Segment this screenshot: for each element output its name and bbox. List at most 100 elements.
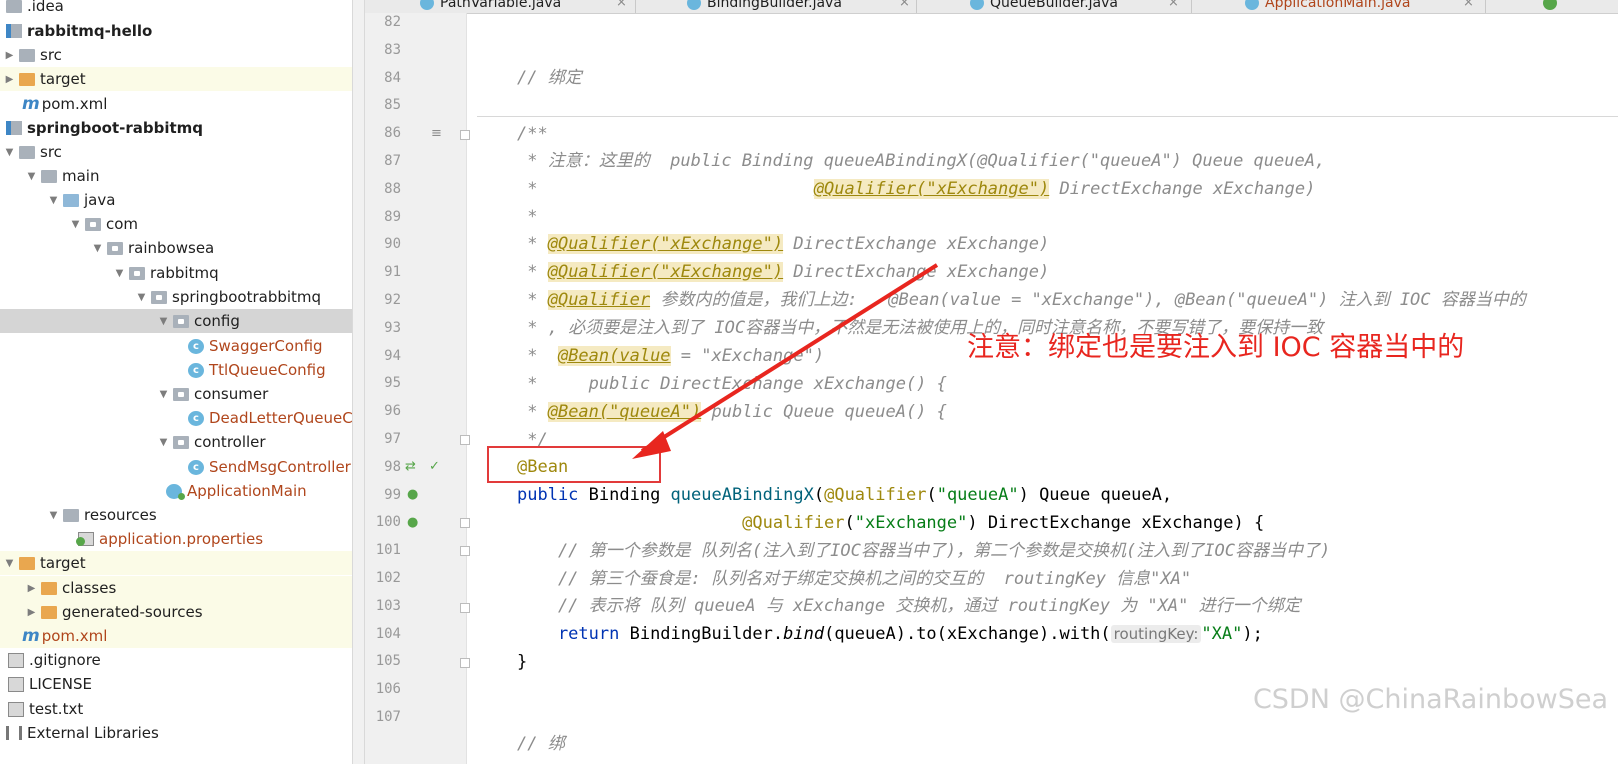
tree-item[interactable]: .idea: [0, 0, 352, 18]
tree-item[interactable]: m pom.xml: [0, 92, 352, 116]
package-icon: [173, 435, 189, 449]
chevron-down-icon[interactable]: ▼: [157, 316, 170, 327]
class-file-icon: [687, 0, 701, 10]
chevron-down-icon[interactable]: ▼: [157, 437, 170, 448]
tree-item-label: target: [40, 70, 86, 88]
tree-item[interactable]: c SendMsgController: [0, 455, 352, 479]
class-icon: c: [188, 338, 204, 354]
line-number: 103: [375, 597, 401, 614]
tree-item[interactable]: ▼ src: [0, 140, 352, 164]
line-number: 83: [384, 41, 401, 58]
tree-item[interactable]: ApplicationMain: [0, 479, 352, 503]
tab-queuebuilder[interactable]: QueueBuilder.java: [970, 0, 1118, 13]
tree-item-label: TtlQueueConfig: [209, 361, 326, 379]
folder-icon: [19, 556, 35, 570]
tree-item[interactable]: ▶ generated-sources: [0, 600, 352, 624]
source-folder-icon: [63, 193, 79, 207]
bean-check-icon[interactable]: ✓: [429, 459, 440, 474]
tree-item-label: config: [194, 312, 240, 330]
tree-item[interactable]: springboot-rabbitmq: [0, 116, 352, 140]
tree-item-label: resources: [84, 506, 157, 524]
tree-item[interactable]: ▼ resources: [0, 503, 352, 527]
chevron-down-icon[interactable]: ▼: [47, 510, 60, 521]
spring-app-icon: [166, 483, 185, 500]
chevron-down-icon[interactable]: ▼: [25, 171, 38, 182]
line-number: 82: [384, 14, 401, 30]
tree-item[interactable]: c TtlQueueConfig: [0, 358, 352, 382]
tree-item[interactable]: LICENSE: [0, 672, 352, 696]
properties-icon: [76, 532, 94, 546]
tree-item[interactable]: ▼ com: [0, 212, 352, 236]
maven-icon: m: [22, 94, 40, 114]
class-file-icon: [970, 0, 984, 10]
chevron-down-icon[interactable]: ▼: [3, 558, 16, 569]
tree-item[interactable]: application.properties: [0, 527, 352, 551]
tree-item-label: springbootrabbitmq: [172, 288, 322, 306]
tree-item[interactable]: ▼ java: [0, 188, 352, 212]
chevron-right-icon[interactable]: ▶: [3, 50, 16, 61]
tree-item[interactable]: c DeadLetterQueueConsumer: [0, 406, 352, 430]
chevron-down-icon[interactable]: ▼: [135, 292, 148, 303]
line-number: 91: [384, 264, 401, 281]
line-number: 107: [375, 709, 401, 725]
package-icon: [85, 217, 101, 231]
line-number: 106: [375, 681, 401, 698]
bean-navigation-icon[interactable]: ⇄: [405, 459, 416, 474]
line-number: 96: [384, 403, 401, 420]
close-icon[interactable]: ×: [1463, 0, 1474, 13]
tree-item[interactable]: ▼ springbootrabbitmq: [0, 285, 352, 309]
chevron-right-icon[interactable]: ▶: [25, 607, 38, 618]
tree-item-label: consumer: [194, 385, 269, 403]
tree-item[interactable]: .gitignore: [0, 648, 352, 672]
chevron-down-icon[interactable]: ▼: [157, 389, 170, 400]
tree-item-label: java: [84, 191, 116, 209]
chevron-down-icon[interactable]: ▼: [69, 219, 82, 230]
chevron-down-icon[interactable]: ▼: [47, 195, 60, 206]
tree-item[interactable]: c SwaggerConfig: [0, 334, 352, 358]
tree-item[interactable]: ▼ target: [0, 551, 352, 575]
tab-bindingbuilder[interactable]: BindingBuilder.java: [687, 0, 842, 13]
chevron-right-icon[interactable]: ▶: [3, 74, 16, 85]
tree-item[interactable]: ▼ rainbowsea: [0, 236, 352, 260]
tab-pathvariable[interactable]: PathVariable.java: [420, 0, 561, 13]
bean-gutter-icon[interactable]: ●: [407, 515, 418, 530]
chevron-down-icon[interactable]: ▼: [91, 243, 104, 254]
tree-item[interactable]: ▼ controller: [0, 430, 352, 454]
tab-separator: [916, 0, 917, 13]
tree-item[interactable]: rabbitmq-hello: [0, 19, 352, 43]
tree-item[interactable]: ▶ src: [0, 43, 352, 67]
line-number: 86: [384, 125, 401, 142]
tree-item[interactable]: ▼ config: [0, 309, 352, 333]
chevron-down-icon[interactable]: ▼: [113, 268, 126, 279]
code-editor[interactable]: // 绑定 /** * 注意：这里的 public Binding queueA…: [467, 13, 1618, 764]
bean-gutter-icon[interactable]: ●: [407, 487, 418, 502]
folder-icon: [19, 145, 35, 159]
close-icon[interactable]: ×: [616, 0, 627, 13]
folder-icon: [19, 72, 35, 86]
tree-item[interactable]: ▶ target: [0, 67, 352, 91]
tree-item-label: External Libraries: [27, 724, 159, 742]
tree-item[interactable]: test.txt: [0, 697, 352, 721]
tab-overflow[interactable]: [1543, 0, 1563, 13]
close-icon[interactable]: ×: [899, 0, 910, 13]
tree-item-label: SendMsgController: [209, 458, 351, 476]
editor-tabs: PathVariable.java × BindingBuilder.java …: [365, 0, 1618, 14]
doc-comment-icon[interactable]: ≡: [431, 126, 442, 141]
line-number: 94: [384, 347, 401, 364]
tree-item[interactable]: ▼ consumer: [0, 382, 352, 406]
panel-splitter[interactable]: [352, 0, 365, 764]
chevron-down-icon[interactable]: ▼: [3, 147, 16, 158]
tree-item[interactable]: ▼ main: [0, 164, 352, 188]
project-tree: .idea rabbitmq-hello ▶ src ▶ target m pom.xml sp…: [0, 0, 352, 764]
tree-item[interactable]: ▶ classes: [0, 576, 352, 600]
tab-separator: [1485, 0, 1486, 13]
tree-item-label: src: [40, 46, 62, 64]
chevron-right-icon[interactable]: ▶: [25, 583, 38, 594]
folder-icon: [19, 48, 35, 62]
tab-applicationmain[interactable]: ApplicationMain.java: [1245, 0, 1410, 13]
tree-item[interactable]: ▼ rabbitmq: [0, 261, 352, 285]
class-icon: c: [188, 410, 204, 426]
tree-item[interactable]: External Libraries: [0, 721, 352, 745]
close-icon[interactable]: ×: [1168, 0, 1179, 13]
tree-item[interactable]: m pom.xml: [0, 624, 352, 648]
